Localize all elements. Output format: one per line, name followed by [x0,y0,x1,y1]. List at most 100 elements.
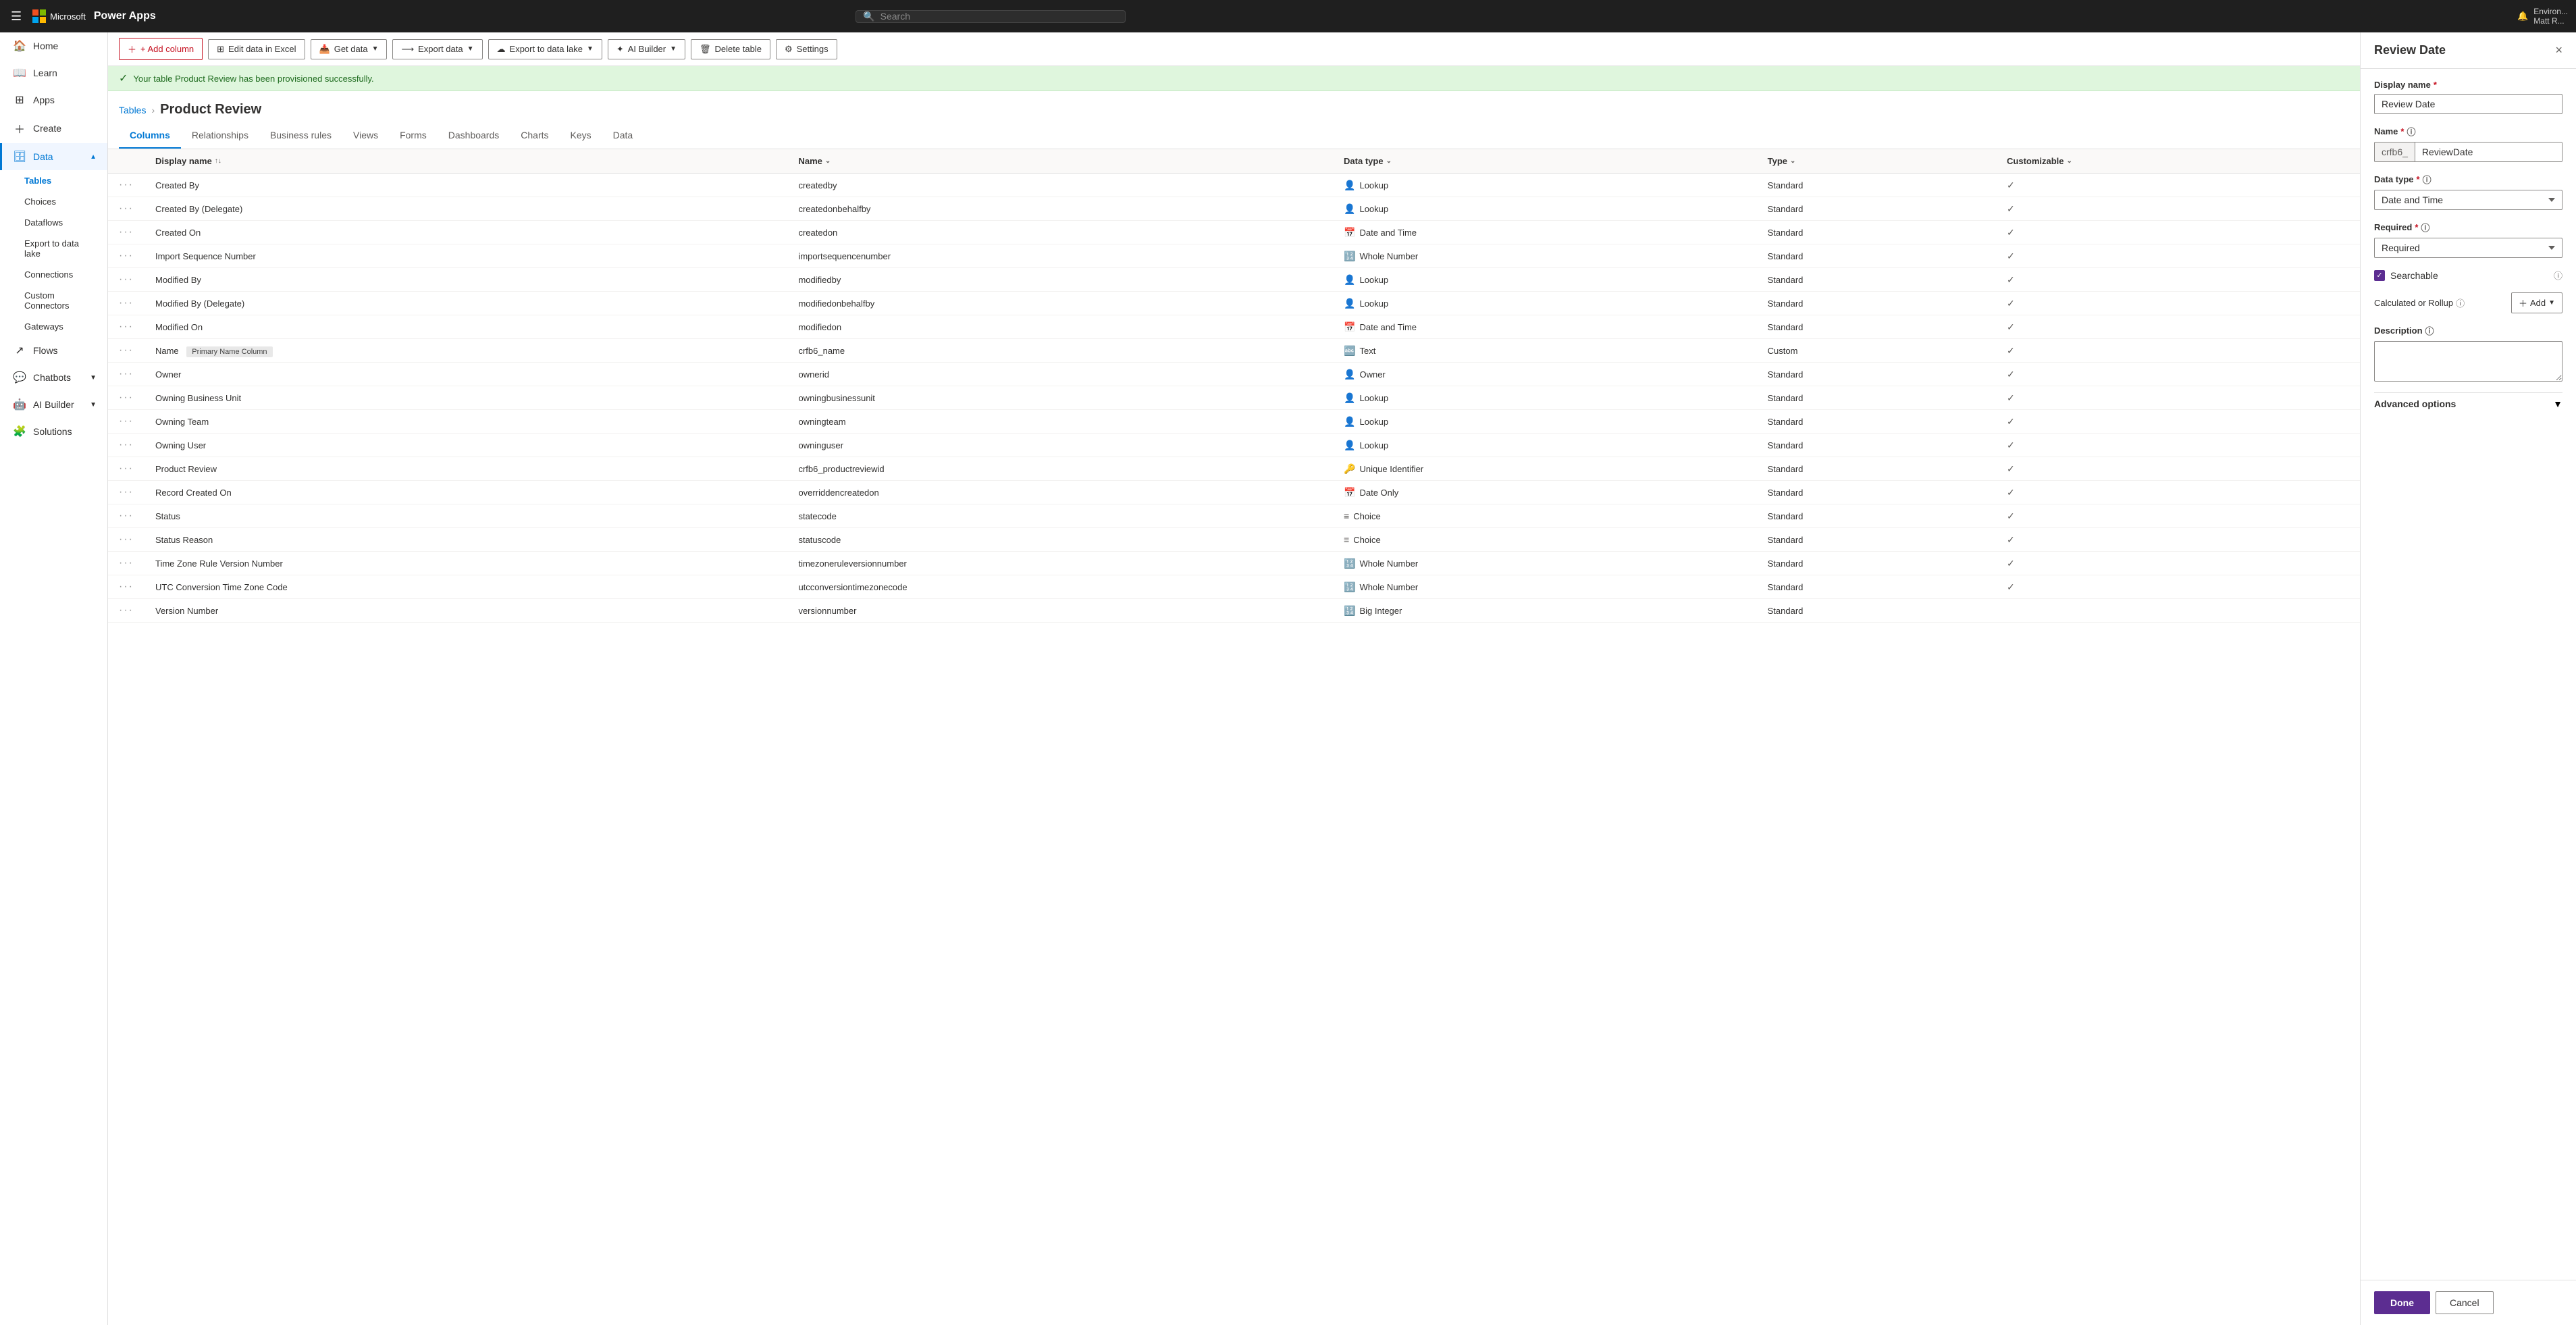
row-more-actions[interactable]: ··· [119,415,134,427]
th-display-name[interactable]: Display name ↑↓ [144,149,787,174]
tab-views[interactable]: Views [342,123,389,149]
row-more-actions[interactable]: ··· [119,203,134,214]
table-row[interactable]: ··· Status statecode ≡ Choice Standard ✓ [108,504,2360,528]
export-data-button[interactable]: ⟶ Export data ▼ [392,39,482,59]
searchable-checkbox[interactable] [2374,270,2385,281]
tab-relationships[interactable]: Relationships [181,123,259,149]
description-textarea[interactable] [2374,341,2562,382]
table-row[interactable]: ··· Name Primary Name Column crfb6_name … [108,339,2360,363]
cancel-button[interactable]: Cancel [2436,1291,2494,1314]
tab-forms[interactable]: Forms [389,123,438,149]
add-column-button[interactable]: ＋ + Add column [119,38,203,60]
description-info-icon[interactable]: ⓘ [2425,324,2434,337]
breadcrumb-parent[interactable]: Tables [119,105,146,115]
row-more-actions[interactable]: ··· [119,179,134,190]
ai-builder-button[interactable]: ✦ AI Builder ▼ [608,39,685,59]
row-more-actions[interactable]: ··· [119,226,134,238]
table-row[interactable]: ··· Modified By modifiedby 👤 Lookup Stan… [108,268,2360,292]
search-input[interactable] [880,11,1119,22]
chatbots-chevron: ▼ [90,374,97,382]
name-info-icon[interactable]: ⓘ [2407,125,2415,138]
table-row[interactable]: ··· Product Review crfb6_productreviewid… [108,457,2360,481]
row-more-actions[interactable]: ··· [119,392,134,403]
sidebar-item-connections[interactable]: Connections [24,264,107,285]
th-type[interactable]: Type ⌄ [1757,149,1996,174]
table-row[interactable]: ··· Created By createdby 👤 Lookup Standa… [108,174,2360,197]
sidebar-item-apps[interactable]: ⊞ Apps [0,86,107,113]
sidebar-item-data[interactable]: 🗄 Data ▲ [0,143,107,170]
sidebar-item-dataflows[interactable]: Dataflows [24,212,107,233]
row-more-actions[interactable]: ··· [119,486,134,498]
row-more-actions[interactable]: ··· [119,368,134,380]
edit-data-excel-button[interactable]: ⊞ Edit data in Excel [208,39,305,59]
required-select[interactable]: Optional Required Business Required [2374,238,2562,258]
row-more-actions[interactable]: ··· [119,321,134,332]
row-more-actions[interactable]: ··· [119,344,134,356]
row-more-actions[interactable]: ··· [119,557,134,569]
search-box[interactable]: 🔍 [856,10,1126,23]
row-more-actions[interactable]: ··· [119,510,134,521]
tab-columns[interactable]: Columns [119,123,181,149]
table-row[interactable]: ··· Time Zone Rule Version Number timezo… [108,552,2360,575]
th-customizable[interactable]: Customizable ⌄ [1996,149,2360,174]
table-row[interactable]: ··· Import Sequence Number importsequenc… [108,244,2360,268]
sidebar-item-learn[interactable]: 📖 Learn [0,59,107,86]
delete-table-button[interactable]: 🗑 Delete table [691,39,770,59]
sidebar-item-chatbots[interactable]: 💬 Chatbots ▼ [0,364,107,391]
table-row[interactable]: ··· Status Reason statuscode ≡ Choice St… [108,528,2360,552]
table-row[interactable]: ··· Record Created On overriddencreatedo… [108,481,2360,504]
row-more-actions[interactable]: ··· [119,534,134,545]
row-more-actions[interactable]: ··· [119,274,134,285]
table-row[interactable]: ··· Version Number versionnumber 🔢 Big I… [108,599,2360,623]
row-more-actions[interactable]: ··· [119,581,134,592]
tab-dashboards[interactable]: Dashboards [438,123,510,149]
sidebar-item-choices[interactable]: Choices [24,191,107,212]
display-name-input[interactable] [2374,94,2562,114]
advanced-options-row[interactable]: Advanced options ▼ [2374,392,2562,415]
th-data-type[interactable]: Data type ⌄ [1333,149,1757,174]
row-more-actions[interactable]: ··· [119,439,134,450]
row-more-actions[interactable]: ··· [119,604,134,616]
row-more-actions[interactable]: ··· [119,250,134,261]
export-lake-button[interactable]: ☁ Export to data lake ▼ [488,39,602,59]
row-more-actions[interactable]: ··· [119,463,134,474]
sidebar-item-create[interactable]: ＋ Create [0,113,107,143]
panel-close-button[interactable]: × [2555,43,2562,57]
add-calc-button[interactable]: ＋ Add ▼ [2511,292,2562,313]
notification-icon[interactable]: 🔔 [2517,11,2528,22]
get-data-button[interactable]: 📥 Get data ▼ [311,39,388,59]
sidebar-item-custom-connectors[interactable]: Custom Connectors [24,285,107,316]
name-input[interactable] [2415,142,2562,161]
table-row[interactable]: ··· Modified On modifiedon 📅 Date and Ti… [108,315,2360,339]
table-row[interactable]: ··· Owner ownerid 👤 Owner Standard ✓ [108,363,2360,386]
sidebar-item-export[interactable]: Export to data lake [24,233,107,264]
sidebar-item-gateways[interactable]: Gateways [24,316,107,337]
table-row[interactable]: ··· Created On createdon 📅 Date and Time… [108,221,2360,244]
tab-data[interactable]: Data [602,123,644,149]
sidebar-item-tables[interactable]: Tables [24,170,107,191]
tab-charts[interactable]: Charts [510,123,559,149]
data-type-select[interactable]: Date and Time Date Only Text Whole Numbe… [2374,190,2562,210]
table-row[interactable]: ··· Owning Team owningteam 👤 Lookup Stan… [108,410,2360,434]
table-row[interactable]: ··· Owning Business Unit owningbusinessu… [108,386,2360,410]
tab-keys[interactable]: Keys [560,123,602,149]
tab-business-rules[interactable]: Business rules [259,123,342,149]
hamburger-menu[interactable]: ☰ [8,7,24,26]
calc-rollup-info-icon[interactable]: ⓘ [2456,296,2465,309]
searchable-info-icon[interactable]: ⓘ [2554,269,2562,282]
table-row[interactable]: ··· UTC Conversion Time Zone Code utccon… [108,575,2360,599]
table-row[interactable]: ··· Owning User owninguser 👤 Lookup Stan… [108,434,2360,457]
settings-button[interactable]: ⚙ Settings [776,39,837,59]
sidebar-item-solutions[interactable]: 🧩 Solutions [0,418,107,445]
data-type-info-icon[interactable]: ⓘ [2423,173,2432,186]
done-button[interactable]: Done [2374,1291,2430,1314]
table-row[interactable]: ··· Created By (Delegate) createdonbehal… [108,197,2360,221]
table-row[interactable]: ··· Modified By (Delegate) modifiedonbeh… [108,292,2360,315]
required-info-icon[interactable]: ⓘ [2421,221,2429,234]
th-name[interactable]: Name ⌄ [787,149,1333,174]
sidebar-item-flows[interactable]: ↗ Flows [0,337,107,364]
sidebar-item-ai-builder[interactable]: 🤖 AI Builder ▼ [0,391,107,418]
sort-type-icon: ⌄ [1790,157,1795,165]
row-more-actions[interactable]: ··· [119,297,134,309]
sidebar-item-home[interactable]: 🏠 Home [0,32,107,59]
